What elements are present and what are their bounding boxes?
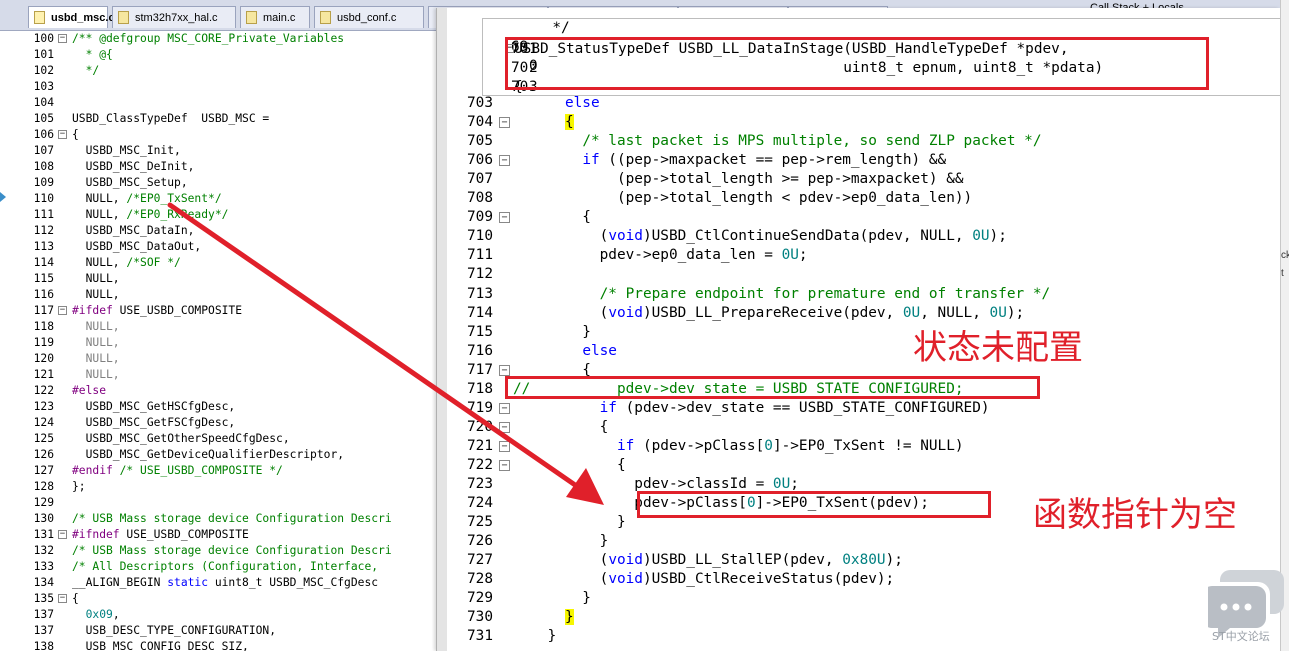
annotation-arrow (167, 202, 604, 505)
side-panel-text: ck (1281, 250, 1289, 261)
right-side-panel[interactable] (1280, 0, 1289, 651)
watermark-text: ST中文论坛 (1212, 630, 1270, 643)
side-panel-text: t (1281, 268, 1284, 279)
